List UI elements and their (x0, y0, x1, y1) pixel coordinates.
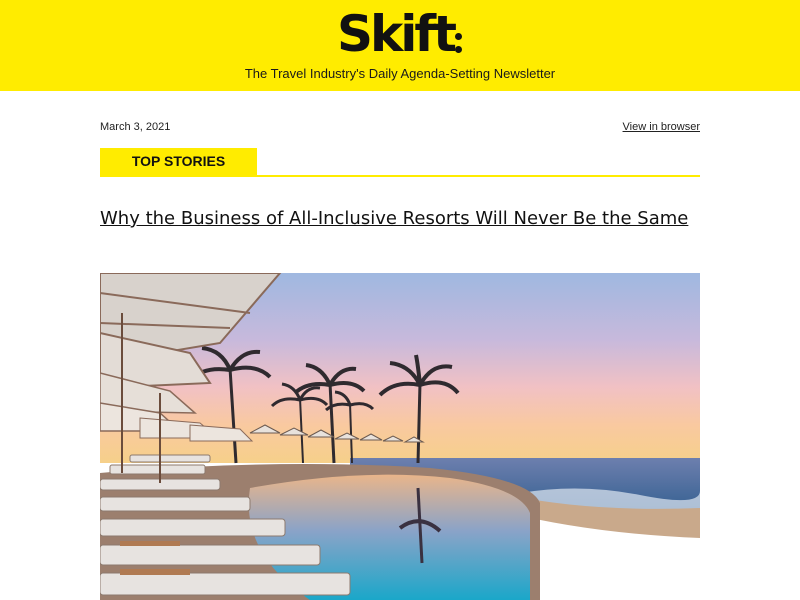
newsletter-tagline: The Travel Industry's Daily Agenda-Setti… (244, 66, 556, 81)
skift-logo[interactable]: Skift (0, 4, 800, 64)
issue-date: March 3, 2021 (100, 121, 171, 133)
section-header: TOP STORIES (100, 148, 700, 177)
story-hero-image[interactable] (100, 273, 700, 600)
newsletter-header: Skift The Travel Industry's Daily Agenda… (0, 0, 800, 91)
view-in-browser-link[interactable]: View in browser (623, 121, 700, 133)
logo-colon-icon (455, 19, 463, 57)
story-headline-link[interactable]: Why the Business of All-Inclusive Resort… (100, 207, 700, 231)
logo-text: Skift (336, 5, 457, 63)
section-label: TOP STORIES (100, 148, 257, 175)
